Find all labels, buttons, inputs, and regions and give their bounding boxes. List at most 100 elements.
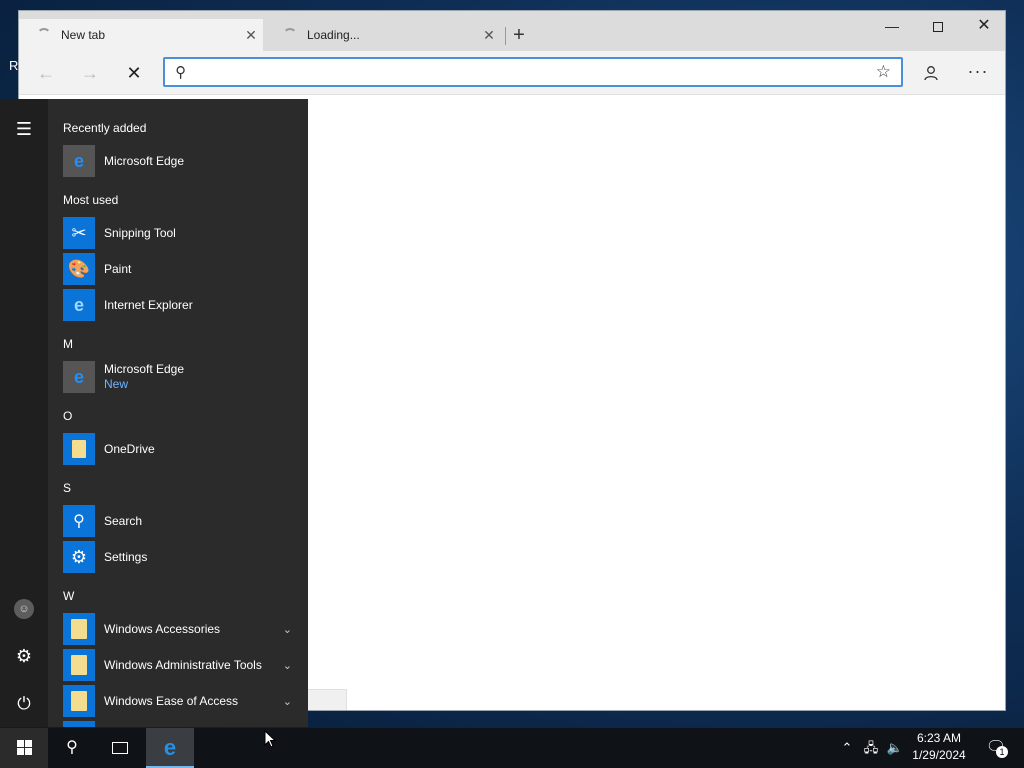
app-item-partial[interactable]	[63, 720, 295, 727]
desktop-fragment-label: R	[9, 58, 19, 73]
speaker-muted-icon: 🔈✖	[886, 740, 904, 755]
app-item-microsoft-edge-recent[interactable]: e Microsoft Edge	[63, 144, 295, 178]
address-input[interactable]	[199, 62, 859, 82]
settings-rail-button[interactable]: ⚙	[0, 636, 48, 676]
action-center-button[interactable]: 🗨 1	[976, 728, 1016, 768]
section-letter-m[interactable]: M	[63, 337, 73, 351]
chevron-down-icon: ⌄	[282, 659, 292, 672]
network-button[interactable]: 🖧	[860, 728, 882, 768]
chevron-down-icon: ⌄	[282, 623, 292, 636]
network-icon: 🖧	[863, 740, 879, 755]
app-label: Microsoft Edge	[104, 362, 185, 376]
tab-separator	[505, 27, 506, 45]
more-options-button[interactable]: ···	[963, 59, 993, 87]
tab-close-icon[interactable]: ✕	[477, 27, 501, 44]
chevron-up-icon: ⌃	[841, 740, 853, 755]
section-most-used: Most used	[63, 193, 119, 207]
app-label: Windows Accessories	[104, 621, 221, 636]
folder-icon	[63, 649, 95, 681]
gear-icon: ⚙	[63, 541, 95, 573]
favorite-star-icon[interactable]: ☆	[876, 62, 891, 82]
tab-close-icon[interactable]: ✕	[239, 27, 263, 44]
clock[interactable]: 6:23 AM 1/29/2024	[906, 730, 972, 764]
edge-icon: e	[63, 361, 95, 393]
app-label: OneDrive	[104, 441, 155, 456]
address-bar[interactable]: ⚲ ☆	[163, 57, 903, 87]
taskbar-edge-button[interactable]: e	[146, 728, 194, 768]
folder-icon	[63, 613, 95, 645]
tab-strip: New tab ✕ Loading... ✕ + — ✕	[19, 11, 1005, 51]
app-item-windows-ease-of-access[interactable]: Windows Ease of Access ⌄	[63, 684, 295, 718]
taskbar-search-button[interactable]: ⚲	[48, 728, 96, 768]
task-view-icon	[112, 741, 128, 754]
app-item-windows-accessories[interactable]: Windows Accessories ⌄	[63, 612, 295, 646]
profile-button[interactable]	[917, 59, 945, 87]
snipping-tool-icon: ✂	[63, 217, 95, 249]
app-item-settings[interactable]: ⚙ Settings	[63, 540, 295, 574]
app-label-block: Microsoft Edge New	[104, 362, 295, 392]
search-icon: ⚲	[66, 739, 78, 756]
section-letter-o[interactable]: O	[63, 409, 72, 423]
tab-title: New tab	[61, 28, 106, 42]
show-hidden-icons-button[interactable]: ⌃	[838, 728, 856, 768]
task-view-button[interactable]	[96, 728, 144, 768]
edge-icon: e	[63, 145, 95, 177]
new-tab-button[interactable]: +	[507, 23, 531, 47]
start-button[interactable]	[0, 728, 48, 768]
app-label: Microsoft Edge	[104, 153, 185, 168]
internet-explorer-icon: e	[63, 289, 95, 321]
tab-loading[interactable]: Loading... ✕	[265, 19, 501, 51]
folder-icon	[63, 685, 95, 717]
search-icon: ⚲	[63, 505, 95, 537]
section-recently-added: Recently added	[63, 121, 147, 135]
app-list: Recently added e Microsoft Edge Most use…	[48, 99, 308, 727]
stop-loading-button[interactable]: ✕	[119, 59, 149, 87]
user-avatar-icon: ☺	[14, 598, 34, 619]
user-account-button[interactable]: ☺	[0, 589, 48, 629]
expand-menu-button[interactable]: ☰	[0, 109, 48, 149]
windows-logo-icon	[16, 740, 32, 756]
app-label: Search	[104, 513, 143, 528]
minimize-button[interactable]: —	[869, 11, 915, 41]
onedrive-icon	[63, 433, 95, 465]
clock-date: 1/29/2024	[912, 748, 966, 762]
app-item-windows-administrative-tools[interactable]: Windows Administrative Tools ⌄	[63, 648, 295, 682]
app-item-paint[interactable]: 🎨 Paint	[63, 252, 295, 286]
app-label: Settings	[104, 549, 148, 564]
close-window-button[interactable]: ✕	[961, 11, 1005, 41]
app-label: Paint	[104, 261, 132, 276]
power-button[interactable]: ⏻	[0, 684, 48, 724]
loading-spinner-icon	[283, 28, 297, 42]
app-item-microsoft-edge[interactable]: e Microsoft Edge New	[63, 360, 295, 394]
clock-time: 6:23 AM	[916, 731, 962, 745]
notification-count-badge: 1	[996, 746, 1008, 758]
new-badge: New	[104, 377, 129, 391]
app-label: Snipping Tool	[104, 225, 176, 240]
taskbar: ⚲ e ⌃ 🖧 🔈✖ 6:23 AM 1/29/2024 🗨 1	[0, 728, 1024, 768]
chevron-down-icon: ⌄	[282, 695, 292, 708]
paint-icon: 🎨	[63, 253, 95, 285]
tab-title: Loading...	[307, 28, 360, 42]
status-bar-fragment	[307, 689, 347, 710]
app-item-snipping-tool[interactable]: ✂ Snipping Tool	[63, 216, 295, 250]
search-icon: ⚲	[175, 64, 186, 81]
volume-button[interactable]: 🔈✖	[884, 728, 906, 768]
start-menu: ☰ ☺ ⚙ ⏻ Recently added e Microsoft Edge …	[0, 99, 308, 727]
app-label: Windows Ease of Access	[104, 693, 239, 708]
app-item-search[interactable]: ⚲ Search	[63, 504, 295, 538]
maximize-icon	[933, 22, 943, 33]
tab-new-tab[interactable]: New tab ✕	[19, 19, 263, 51]
maximize-button[interactable]	[915, 11, 961, 41]
forward-button[interactable]: →	[75, 59, 105, 87]
app-item-onedrive[interactable]: OneDrive	[63, 432, 295, 466]
browser-toolbar: ← → ✕ ⚲ ☆ ···	[19, 51, 1005, 95]
edge-icon: e	[163, 735, 177, 760]
app-label: Internet Explorer	[104, 297, 193, 312]
mouse-cursor-icon	[264, 730, 276, 748]
app-label: Windows Administrative Tools	[104, 657, 262, 672]
app-item-internet-explorer[interactable]: e Internet Explorer	[63, 288, 295, 322]
section-letter-w[interactable]: W	[63, 589, 74, 603]
back-button[interactable]: ←	[31, 59, 61, 87]
person-icon	[924, 65, 938, 80]
section-letter-s[interactable]: S	[63, 481, 71, 495]
